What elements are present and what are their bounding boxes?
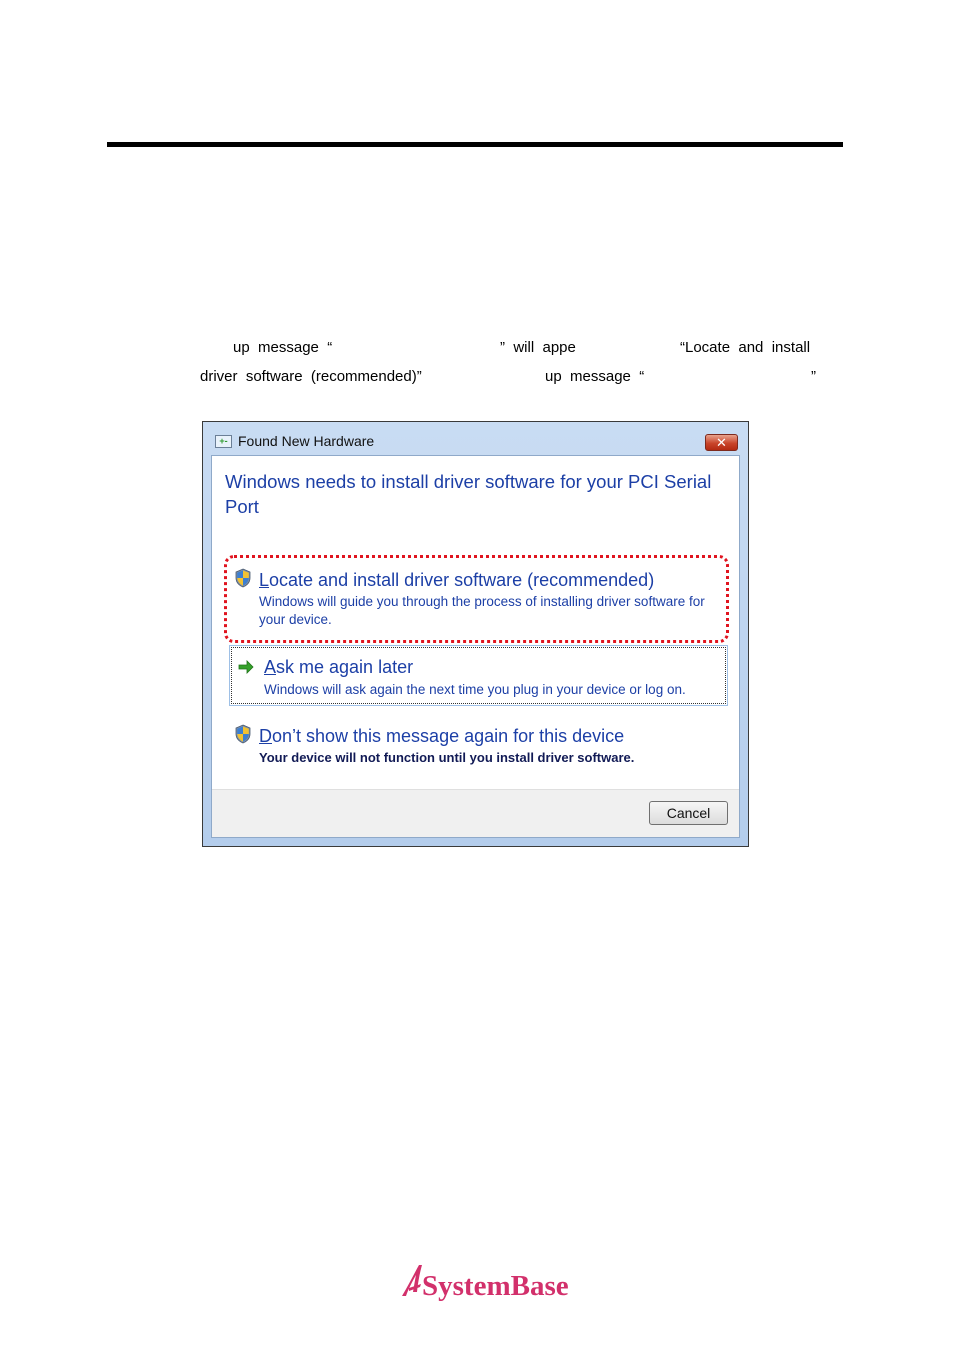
ask-later-option[interactable]: Ask me again later xyxy=(264,656,413,678)
dialog-footer: Cancel xyxy=(212,789,739,837)
option-accel: D xyxy=(259,726,272,746)
dont-show-again-option[interactable]: Don’t show this message again for this d… xyxy=(259,725,624,747)
close-button[interactable]: ✕ xyxy=(705,434,738,451)
body-text-fragment: ” will appe xyxy=(500,339,576,356)
hardware-icon: +- xyxy=(215,435,232,448)
header-rule xyxy=(107,142,843,147)
green-arrow-icon xyxy=(238,660,254,674)
shield-icon xyxy=(235,568,251,588)
option-accel: L xyxy=(259,570,270,590)
option-title: sk me again later xyxy=(276,657,414,677)
dialog-heading: Windows needs to install driver software… xyxy=(225,471,712,517)
body-text-fragment: “Locate and install xyxy=(680,339,811,356)
option-title: ocate and install driver software (recom… xyxy=(269,570,655,590)
option-description: Windows will ask again the next time you… xyxy=(264,682,686,697)
dialog-content: Windows needs to install driver software… xyxy=(211,455,740,838)
option-title: on’t show this message again for this de… xyxy=(272,726,625,746)
option-description: Your device will not function until you … xyxy=(259,750,635,765)
option-accel: A xyxy=(264,657,277,677)
shield-icon xyxy=(235,724,251,744)
systembase-logo: SystemBase xyxy=(402,1265,569,1302)
cancel-button[interactable]: Cancel xyxy=(649,801,728,825)
body-text-fragment: driver software (recommended)” xyxy=(200,368,422,385)
found-new-hardware-dialog: +- Found New Hardware ✕ Windows needs to… xyxy=(202,421,749,847)
body-text-fragment: up message “ xyxy=(545,368,645,385)
svg-text:SystemBase: SystemBase xyxy=(422,1270,569,1302)
dialog-title: Found New Hardware xyxy=(238,433,375,449)
body-text-fragment: ” xyxy=(811,368,816,385)
close-icon: ✕ xyxy=(716,435,727,450)
locate-install-option[interactable]: Locate and install driver software (reco… xyxy=(259,569,654,591)
dialog-titlebar[interactable]: +- Found New Hardware ✕ xyxy=(203,422,748,455)
body-text-fragment: up message “ xyxy=(233,339,333,356)
option-description: Windows will guide you through the proce… xyxy=(259,594,705,627)
